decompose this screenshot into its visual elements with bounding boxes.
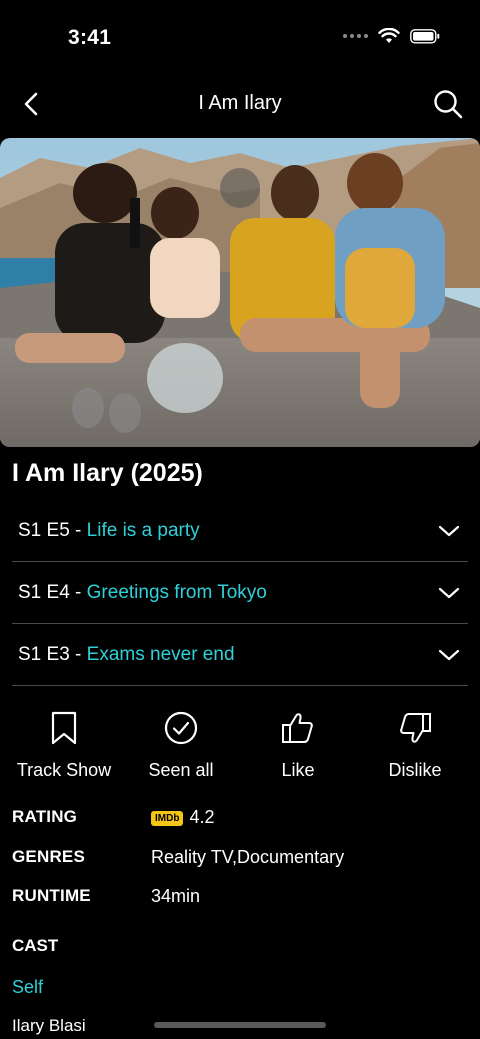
- check-circle-icon: [164, 711, 198, 745]
- thumbs-up-icon: [282, 713, 313, 743]
- home-indicator[interactable]: [154, 1022, 326, 1028]
- cast-role-link[interactable]: Self: [12, 977, 43, 998]
- chevron-down-icon: [438, 649, 460, 660]
- episode-code: S1 E3: [18, 643, 70, 665]
- search-icon: [434, 90, 463, 119]
- episode-name: Greetings from Tokyo: [86, 581, 267, 603]
- battery-icon: [410, 28, 440, 44]
- hero-image: [0, 138, 480, 447]
- track-show-label: Track Show: [16, 760, 112, 780]
- cellular-signal-icon: [343, 34, 368, 38]
- bookmark-icon: [51, 711, 77, 745]
- runtime-value: 34min: [151, 886, 201, 906]
- episode-code: S1 E5: [18, 519, 70, 541]
- like-label: Like: [281, 760, 315, 780]
- episode-title: S1 E5 - Life is a party: [18, 519, 200, 541]
- rating-number: 4.2: [189, 807, 215, 827]
- show-title: I Am Ilary (2025): [12, 459, 203, 487]
- cast-member-name: Ilary Blasi: [12, 1016, 86, 1035]
- cast-heading: CAST: [12, 936, 59, 955]
- episode-row[interactable]: S1 E3 - Exams never end: [12, 624, 468, 686]
- wifi-icon: [378, 28, 400, 43]
- nav-title: I Am Ilary: [198, 92, 282, 114]
- seen-all-label: Seen all: [148, 760, 214, 780]
- episode-row[interactable]: S1 E4 - Greetings from Tokyo: [12, 562, 468, 624]
- episode-code: S1 E4: [18, 581, 70, 603]
- episode-title: S1 E4 - Greetings from Tokyo: [18, 581, 267, 603]
- dislike-button[interactable]: Dislike: [355, 710, 475, 781]
- episode-list: S1 E5 - Life is a party S1 E4 - Greeting…: [12, 500, 468, 686]
- seen-all-button[interactable]: Seen all: [121, 710, 241, 781]
- status-bar: 3:41: [0, 0, 480, 78]
- like-button[interactable]: Like: [238, 710, 358, 781]
- rating-value: IMDb 4.2: [151, 807, 214, 828]
- episode-row[interactable]: S1 E5 - Life is a party: [12, 500, 468, 562]
- search-button[interactable]: [432, 88, 464, 120]
- dislike-label: Dislike: [388, 760, 442, 780]
- status-time: 3:41: [68, 26, 112, 49]
- chevron-down-icon: [438, 525, 460, 536]
- nav-bar: I Am Ilary: [0, 78, 480, 130]
- episode-name: Life is a party: [86, 519, 200, 541]
- rating-label: RATING: [12, 807, 78, 826]
- thumbs-down-icon: [400, 713, 431, 743]
- genres-label: GENRES: [12, 847, 85, 866]
- action-bar: Track Show Seen all Like Dislike: [0, 710, 480, 785]
- imdb-badge: IMDb: [151, 811, 184, 826]
- genres-value: Reality TV,Documentary: [151, 847, 345, 867]
- status-icons: [343, 28, 440, 44]
- episode-name: Exams never end: [86, 643, 235, 665]
- episode-title: S1 E3 - Exams never end: [18, 643, 235, 665]
- chevron-down-icon: [438, 587, 460, 598]
- track-show-button[interactable]: Track Show: [4, 710, 124, 781]
- runtime-label: RUNTIME: [12, 886, 91, 905]
